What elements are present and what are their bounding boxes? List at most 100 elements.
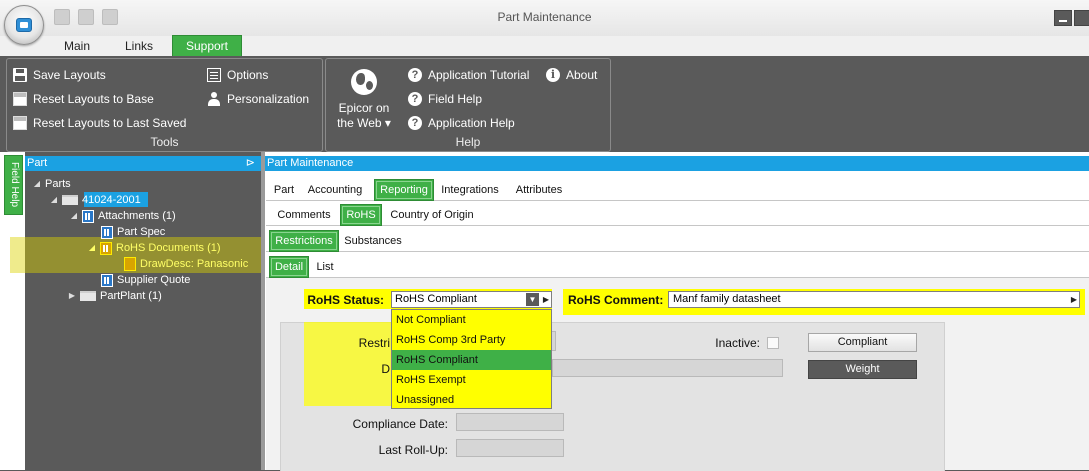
- options-button[interactable]: Options: [207, 65, 268, 85]
- rohs-comment-value: Manf family datasheet: [673, 293, 781, 305]
- chevron-right-icon[interactable]: ▶: [1070, 293, 1078, 306]
- tree-node-part[interactable]: ◢ 41024-2001: [50, 192, 141, 208]
- rohs-status-combo[interactable]: RoHS Compliant ▼ ▶: [391, 291, 552, 308]
- rohs-comment-input[interactable]: Manf family datasheet ▶: [668, 291, 1080, 308]
- epicor-web-button[interactable]: Epicor on the Web ▾: [332, 101, 396, 131]
- tab-accounting[interactable]: Accounting: [306, 180, 364, 200]
- tree-node-supplier-quote[interactable]: Supplier Quote: [101, 272, 190, 288]
- description-label: D: [381, 362, 390, 376]
- reset-layouts-last-button[interactable]: Reset Layouts to Last Saved: [13, 113, 186, 133]
- dropdown-option-unassigned[interactable]: Unassigned: [392, 390, 551, 410]
- ribbon-tab-links[interactable]: Links: [112, 36, 166, 56]
- reset-layouts-base-label: Reset Layouts to Base: [33, 92, 154, 106]
- window-icon: [13, 116, 27, 130]
- last-rollup-label: Last Roll-Up:: [378, 443, 448, 457]
- compliance-date-field[interactable]: [456, 413, 564, 431]
- help-icon: ?: [408, 116, 422, 130]
- app-help-label: Application Help: [428, 116, 515, 130]
- chevron-right-icon[interactable]: ▶: [541, 293, 551, 306]
- ribbon-tab-main[interactable]: Main: [52, 36, 102, 56]
- tree-node-part-spec[interactable]: Part Spec: [101, 224, 165, 240]
- compliant-button[interactable]: Compliant: [808, 333, 917, 352]
- tab-restrictions[interactable]: Restrictions: [269, 230, 339, 252]
- chevron-down-icon[interactable]: ▼: [526, 293, 539, 306]
- tree-node-label: Part Spec: [117, 226, 166, 238]
- maximize-button[interactable]: [1074, 10, 1089, 26]
- attachment-icon: [100, 241, 112, 255]
- tree-node-label: RoHS Documents (1): [116, 242, 221, 254]
- options-icon: [207, 68, 221, 82]
- last-rollup-field[interactable]: [456, 439, 564, 457]
- attachment-icon: [82, 209, 94, 223]
- tree-node-label: Parts: [45, 178, 71, 190]
- tree-node-rohs-documents[interactable]: ◢ RoHS Documents (1): [88, 240, 221, 256]
- tree-node-parts[interactable]: ◢ Parts: [33, 176, 71, 192]
- about-label: About: [566, 68, 598, 82]
- tab-attributes[interactable]: Attributes: [512, 180, 566, 200]
- tree-node-attachments[interactable]: ◢ Attachments (1): [70, 208, 176, 224]
- field-help-button[interactable]: ? Field Help: [408, 89, 482, 109]
- tree-node-partplant[interactable]: ▶ PartPlant (1): [68, 288, 162, 304]
- dropdown-option-comp-3rd-party[interactable]: RoHS Comp 3rd Party: [392, 330, 551, 350]
- save-layouts-button[interactable]: Save Layouts: [13, 65, 106, 85]
- inactive-label: Inactive:: [715, 336, 760, 350]
- tab-row-secondary: Comments RoHS Country of Origin: [266, 201, 1089, 226]
- collapse-arrow-icon[interactable]: ◢: [88, 240, 96, 256]
- tab-substances[interactable]: Substances: [342, 231, 404, 251]
- expand-arrow-icon[interactable]: ▶: [68, 288, 76, 304]
- globe-icon[interactable]: [351, 69, 377, 95]
- rohs-status-label: RoHS Status:: [307, 293, 384, 307]
- tab-comments[interactable]: Comments: [276, 205, 332, 225]
- pin-icon[interactable]: ⊳: [246, 156, 255, 171]
- collapse-arrow-icon[interactable]: ◢: [50, 192, 58, 208]
- reset-layouts-last-label: Reset Layouts to Last Saved: [33, 116, 187, 130]
- tab-reporting[interactable]: Reporting: [374, 179, 434, 201]
- attachment-icon: [101, 225, 113, 239]
- main-panel-header: Part Maintenance: [265, 156, 1089, 171]
- app-logo-icon: [16, 18, 32, 32]
- ribbon-tab-support[interactable]: Support: [172, 35, 242, 57]
- app-tutorial-label: Application Tutorial: [428, 68, 530, 82]
- about-button[interactable]: i About: [546, 65, 597, 85]
- field-help-label: Field Help: [428, 92, 483, 106]
- tab-part[interactable]: Part: [272, 180, 296, 200]
- field-help-tab[interactable]: Field Help: [4, 155, 23, 215]
- app-help-button[interactable]: ? Application Help: [408, 113, 515, 133]
- window-title: Part Maintenance: [497, 10, 592, 24]
- inactive-checkbox[interactable]: [767, 337, 779, 349]
- tree-panel-title: Part: [27, 157, 48, 169]
- app-menu-button[interactable]: [4, 5, 44, 45]
- tools-group-label: Tools: [150, 135, 179, 149]
- ribbon-tab-bar: Main Links Support: [0, 35, 1089, 57]
- weight-button[interactable]: Weight: [808, 360, 917, 379]
- collapse-arrow-icon[interactable]: ◢: [33, 176, 41, 192]
- tab-country-of-origin[interactable]: Country of Origin: [388, 205, 476, 225]
- tools-group: Save Layouts Reset Layouts to Base Reset…: [6, 58, 323, 152]
- reset-layouts-base-button[interactable]: Reset Layouts to Base: [13, 89, 154, 109]
- tab-detail[interactable]: Detail: [269, 256, 309, 278]
- tree-node-drawdesc[interactable]: DrawDesc: Panasonic: [124, 256, 248, 272]
- tree-node-label: Attachments (1): [98, 210, 176, 222]
- dropdown-option-not-compliant[interactable]: Not Compliant: [392, 310, 551, 330]
- tree-node-label: DrawDesc: Panasonic: [140, 258, 249, 270]
- info-icon: i: [546, 68, 560, 82]
- dropdown-option-rohs-exempt[interactable]: RoHS Exempt: [392, 370, 551, 390]
- folder-icon: [80, 291, 96, 301]
- app-tutorial-button[interactable]: ? Application Tutorial: [408, 65, 529, 85]
- personalization-label: Personalization: [227, 92, 310, 106]
- tab-list[interactable]: List: [312, 257, 338, 277]
- options-label: Options: [227, 68, 269, 82]
- tab-rohs[interactable]: RoHS: [340, 204, 382, 226]
- tab-row-tertiary: Restrictions Substances: [266, 227, 1089, 252]
- personalization-button[interactable]: Personalization: [207, 89, 309, 109]
- tree-panel-header: Part ⊳: [25, 156, 261, 171]
- tab-integrations[interactable]: Integrations: [438, 180, 502, 200]
- disk-icon: [13, 68, 27, 82]
- dropdown-option-rohs-compliant[interactable]: RoHS Compliant: [392, 350, 551, 370]
- description-field[interactable]: [552, 359, 783, 377]
- minimize-button[interactable]: [1054, 10, 1072, 26]
- main-panel-title: Part Maintenance: [267, 157, 354, 169]
- help-icon: ?: [408, 92, 422, 106]
- collapse-arrow-icon[interactable]: ◢: [70, 208, 78, 224]
- tree-node-label: Supplier Quote: [117, 274, 191, 286]
